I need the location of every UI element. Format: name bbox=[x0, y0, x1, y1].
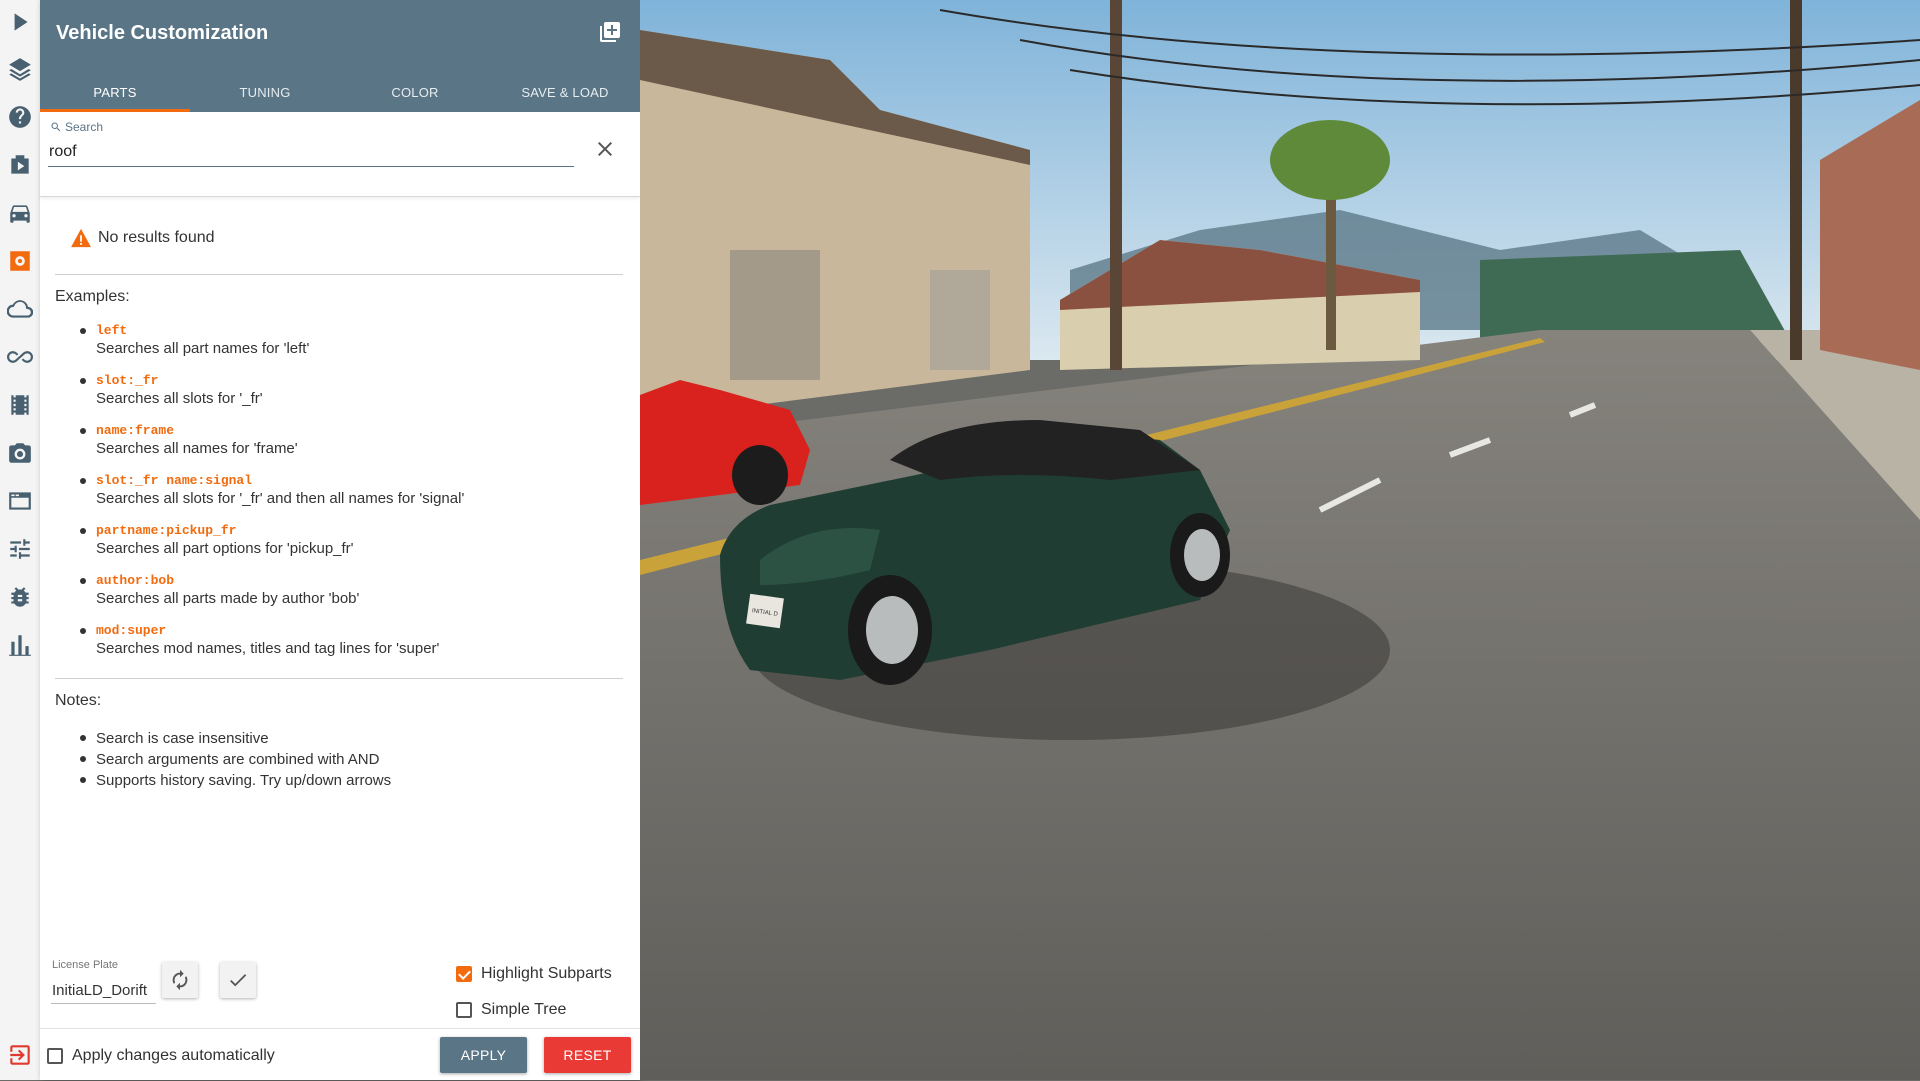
examples-heading: Examples: bbox=[55, 288, 130, 305]
street-scene: INITIAL D bbox=[640, 0, 1920, 1080]
panel-header: Vehicle Customization PARTS TUNING COLOR… bbox=[40, 0, 640, 112]
tab-save-load[interactable]: SAVE & LOAD bbox=[490, 72, 640, 112]
tab-parts[interactable]: PARTS bbox=[40, 72, 190, 112]
example-item: left Searches all part names for 'left' bbox=[79, 322, 464, 372]
notes-list: Search is case insensitive Search argume… bbox=[79, 728, 392, 791]
video-icon[interactable] bbox=[6, 151, 34, 179]
example-code: slot:_fr bbox=[96, 373, 159, 388]
license-plate-label: License Plate bbox=[52, 959, 119, 971]
icon-rail bbox=[0, 0, 41, 1080]
simple-tree-toggle[interactable]: Simple Tree bbox=[456, 1001, 566, 1019]
panel-title: Vehicle Customization bbox=[56, 22, 269, 44]
film-icon[interactable] bbox=[6, 391, 34, 419]
no-results-message: No results found bbox=[70, 228, 215, 248]
utility-pole bbox=[1790, 0, 1802, 360]
example-item: partname:pickup_fr Searches all part opt… bbox=[79, 522, 464, 572]
add-window-icon[interactable] bbox=[598, 20, 622, 44]
highlight-subparts-checkbox[interactable] bbox=[456, 966, 472, 982]
example-code: name:frame bbox=[96, 423, 175, 438]
randomize-plate-button[interactable] bbox=[162, 962, 198, 998]
example-code: left bbox=[96, 323, 128, 338]
simple-tree-label: Simple Tree bbox=[481, 1001, 567, 1018]
warning-icon bbox=[70, 228, 92, 248]
highlight-subparts-label: Highlight Subparts bbox=[481, 965, 612, 982]
bug-icon[interactable] bbox=[6, 583, 34, 611]
tab-color[interactable]: COLOR bbox=[340, 72, 490, 112]
rear-rim bbox=[1184, 529, 1220, 581]
example-item: slot:_fr name:signal Searches all slots … bbox=[79, 472, 465, 522]
camera-icon[interactable] bbox=[6, 439, 34, 467]
palm-leaves bbox=[1270, 120, 1390, 200]
highlight-subparts-toggle[interactable]: Highlight Subparts bbox=[456, 965, 612, 983]
example-description: Searches all parts made by author 'bob' bbox=[96, 590, 360, 607]
front-rim bbox=[866, 596, 918, 664]
example-code: mod:super bbox=[96, 623, 167, 638]
divider bbox=[55, 274, 623, 275]
exit-icon[interactable] bbox=[6, 1041, 34, 1069]
example-description: Searches all slots for '_fr' bbox=[96, 390, 263, 407]
no-results-text: No results found bbox=[98, 229, 215, 246]
tab-tuning[interactable]: TUNING bbox=[190, 72, 340, 112]
example-code: author:bob bbox=[96, 573, 175, 588]
example-item: author:bob Searches all parts made by au… bbox=[79, 572, 464, 622]
divider bbox=[55, 678, 623, 679]
search-label-text: Search bbox=[65, 120, 104, 134]
note-item: Supports history saving. Try up/down arr… bbox=[79, 772, 392, 789]
vehicle-customization-panel: Vehicle Customization PARTS TUNING COLOR… bbox=[40, 0, 640, 1080]
example-description: Searches all part options for 'pickup_fr… bbox=[96, 540, 354, 557]
note-item: Search arguments are combined with AND bbox=[79, 749, 391, 770]
search-label: Search bbox=[50, 120, 103, 134]
apply-button[interactable]: APPLY bbox=[440, 1037, 527, 1073]
example-code: partname:pickup_fr bbox=[96, 523, 237, 538]
example-description: Searches all slots for '_fr' and then al… bbox=[96, 490, 465, 507]
check-icon bbox=[230, 974, 247, 987]
example-description: Searches all names for 'frame' bbox=[96, 440, 298, 457]
cloud-icon[interactable] bbox=[6, 295, 34, 323]
treeline bbox=[1480, 250, 1790, 340]
search-input[interactable] bbox=[48, 138, 574, 167]
license-plate-input[interactable] bbox=[51, 977, 156, 1004]
search-area: Search bbox=[40, 112, 640, 197]
note-item: Search is case insensitive bbox=[79, 728, 391, 749]
sliders-icon[interactable] bbox=[6, 535, 34, 563]
stats-icon[interactable] bbox=[6, 631, 34, 659]
window-icon[interactable] bbox=[6, 487, 34, 515]
simple-tree-checkbox[interactable] bbox=[456, 1002, 472, 1018]
example-code: slot:_fr name:signal bbox=[96, 473, 253, 488]
example-item: name:frame Searches all names for 'frame… bbox=[79, 422, 464, 472]
car-icon[interactable] bbox=[6, 199, 34, 227]
example-description: Searches mod names, titles and tag lines… bbox=[96, 640, 440, 657]
example-item: mod:super Searches mod names, titles and… bbox=[79, 622, 464, 672]
garage-door bbox=[730, 250, 820, 380]
game-viewport[interactable]: INITIAL D bbox=[640, 0, 1920, 1080]
side-door bbox=[930, 270, 990, 370]
apply-automatically-checkbox[interactable] bbox=[47, 1048, 63, 1064]
infinity-icon[interactable] bbox=[6, 343, 34, 371]
tab-bar: PARTS TUNING COLOR SAVE & LOAD bbox=[40, 72, 640, 112]
refresh-icon bbox=[172, 969, 188, 991]
confirm-plate-button[interactable] bbox=[220, 962, 256, 998]
red-car-wheel bbox=[732, 445, 788, 505]
examples-list: left Searches all part names for 'left' … bbox=[79, 322, 465, 672]
play-icon[interactable] bbox=[6, 8, 34, 36]
search-icon bbox=[51, 122, 61, 132]
reset-button[interactable]: RESET bbox=[544, 1037, 631, 1073]
layers-icon[interactable] bbox=[6, 55, 34, 83]
example-item: slot:_fr Searches all slots for '_fr' bbox=[79, 372, 464, 422]
help-icon[interactable] bbox=[6, 103, 34, 131]
example-description: Searches all part names for 'left' bbox=[96, 340, 310, 357]
notes-heading: Notes: bbox=[55, 692, 102, 709]
apply-automatically-label: Apply changes automatically bbox=[72, 1047, 275, 1064]
apply-automatically-toggle[interactable]: Apply changes automatically bbox=[47, 1047, 275, 1065]
parts-icon[interactable] bbox=[6, 247, 34, 275]
close-icon[interactable] bbox=[593, 137, 617, 161]
